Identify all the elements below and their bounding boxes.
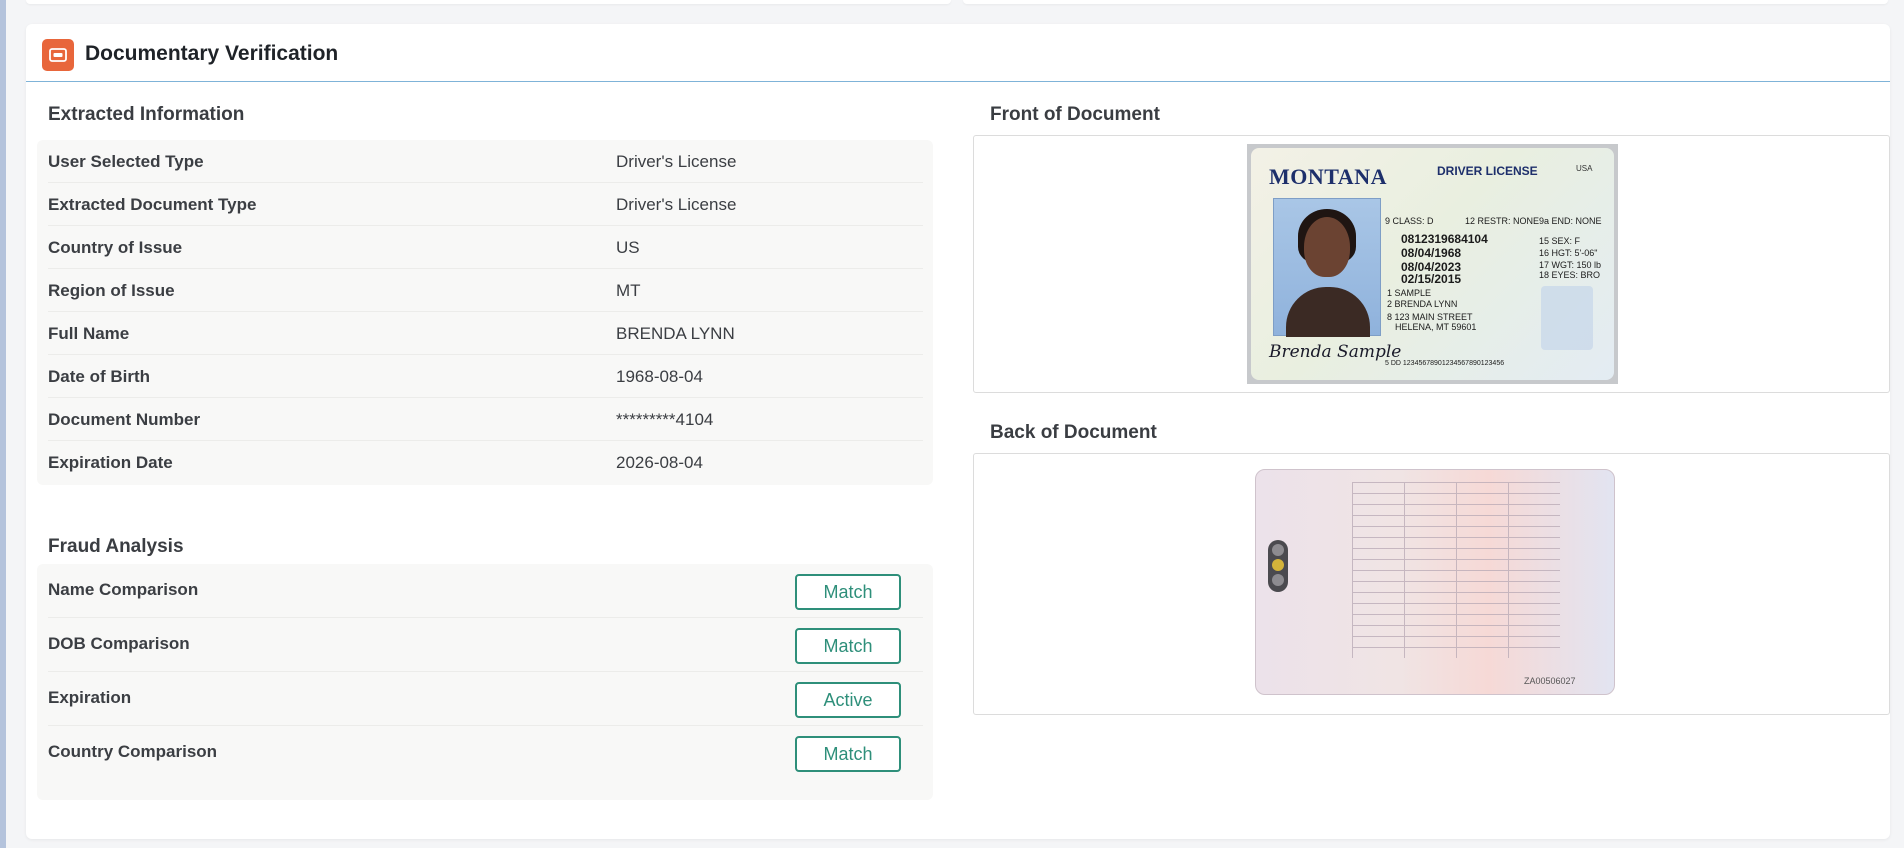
license-back-dot (1272, 559, 1284, 571)
extracted-info-title: Extracted Information (48, 104, 245, 125)
card-title: Documentary Verification (85, 42, 339, 65)
info-row: Document Number *********4104 (48, 398, 923, 441)
back-document-box: ZA00506027 (973, 453, 1890, 715)
info-label: Full Name (48, 324, 130, 343)
fraud-label: DOB Comparison (48, 634, 190, 653)
fraud-label: Country Comparison (48, 742, 218, 761)
license-back-grid (1352, 482, 1560, 658)
license-signature: Brenda Sample (1269, 342, 1402, 362)
previous-card-bottom-right (963, 0, 1888, 4)
fraud-analysis-panel: Name Comparison Match DOB Comparison Mat… (37, 564, 933, 800)
status-badge: Active (795, 682, 901, 718)
info-row: Country of Issue US (48, 226, 923, 269)
license-state: MONTANA (1269, 164, 1387, 189)
license-addr2: HELENA, MT 59601 (1395, 322, 1477, 332)
front-document-title: Front of Document (990, 104, 1160, 125)
front-document-box: MONTANA DRIVER LICENSE USA 9 CLASS: D 12… (973, 135, 1890, 393)
license-dd: 5 DD 12345678901234567890123456 (1385, 360, 1505, 367)
info-row: Extracted Document Type Driver's License (48, 183, 923, 226)
license-wgt: 17 WGT: 150 lb (1539, 260, 1602, 270)
info-value: *********4104 (616, 410, 714, 429)
license-type: DRIVER LICENSE (1437, 164, 1538, 178)
license-name1: 1 SAMPLE (1387, 288, 1432, 298)
status-badge: Match (795, 736, 901, 772)
license-back-serial: ZA00506027 (1524, 676, 1576, 686)
back-document-title: Back of Document (990, 422, 1157, 443)
info-value: MT (616, 281, 641, 300)
document-icon (42, 39, 74, 71)
extracted-info-panel: User Selected Type Driver's License Extr… (37, 140, 933, 485)
info-label: Region of Issue (48, 281, 175, 300)
info-label: User Selected Type (48, 152, 204, 171)
license-end: 9a END: NONE (1539, 216, 1602, 226)
license-back-dot (1272, 544, 1284, 556)
info-value: 1968-08-04 (616, 367, 703, 386)
fraud-label: Name Comparison (48, 580, 199, 599)
license-front-image[interactable]: MONTANA DRIVER LICENSE USA 9 CLASS: D 12… (1247, 144, 1618, 384)
info-label: Extracted Document Type (48, 195, 257, 214)
license-sex: 15 SEX: F (1539, 236, 1581, 246)
license-ghost-photo (1541, 286, 1593, 350)
info-row: Region of Issue MT (48, 269, 923, 312)
license-back-dot (1272, 574, 1284, 586)
license-restr: 12 RESTR: NONE (1465, 216, 1540, 226)
info-label: Expiration Date (48, 453, 173, 472)
status-badge: Match (795, 628, 901, 664)
license-addr1: 8 123 MAIN STREET (1387, 312, 1473, 322)
license-back-image[interactable]: ZA00506027 (1255, 469, 1615, 695)
license-class: 9 CLASS: D (1385, 216, 1434, 226)
fraud-row: Expiration Active (48, 672, 923, 726)
info-row: Expiration Date 2026-08-04 (48, 441, 923, 484)
previous-card-bottom-left (26, 0, 951, 4)
left-nav-rail (0, 0, 6, 848)
info-value: BRENDA LYNN (616, 324, 735, 343)
license-iss: 02/15/2015 (1401, 272, 1462, 286)
fraud-row: Name Comparison Match (48, 564, 923, 618)
fraud-row: Country Comparison Match (48, 726, 923, 780)
info-row: User Selected Type Driver's License (48, 140, 923, 183)
documentary-verification-card: Documentary Verification Extracted Infor… (26, 24, 1890, 839)
license-hgt: 16 HGT: 5'-06" (1539, 248, 1598, 258)
info-value: Driver's License (616, 195, 737, 214)
fraud-label: Expiration (48, 688, 132, 707)
info-value: Driver's License (616, 152, 737, 171)
license-country: USA (1576, 164, 1593, 173)
license-photo (1273, 198, 1381, 337)
license-name2: 2 BRENDA LYNN (1387, 299, 1458, 309)
card-header: Documentary Verification (26, 24, 1890, 82)
license-eyes: 18 EYES: BRO (1539, 270, 1601, 280)
info-row: Full Name BRENDA LYNN (48, 312, 923, 355)
info-value: US (616, 238, 640, 257)
info-value: 2026-08-04 (616, 453, 703, 472)
info-label: Date of Birth (48, 367, 150, 386)
fraud-analysis-title: Fraud Analysis (48, 536, 184, 557)
license-dob: 08/04/1968 (1401, 246, 1462, 260)
info-label: Document Number (48, 410, 201, 429)
info-label: Country of Issue (48, 238, 183, 257)
fraud-row: DOB Comparison Match (48, 618, 923, 672)
info-row: Date of Birth 1968-08-04 (48, 355, 923, 398)
status-badge: Match (795, 574, 901, 610)
license-number: 0812319684104 (1401, 232, 1488, 246)
